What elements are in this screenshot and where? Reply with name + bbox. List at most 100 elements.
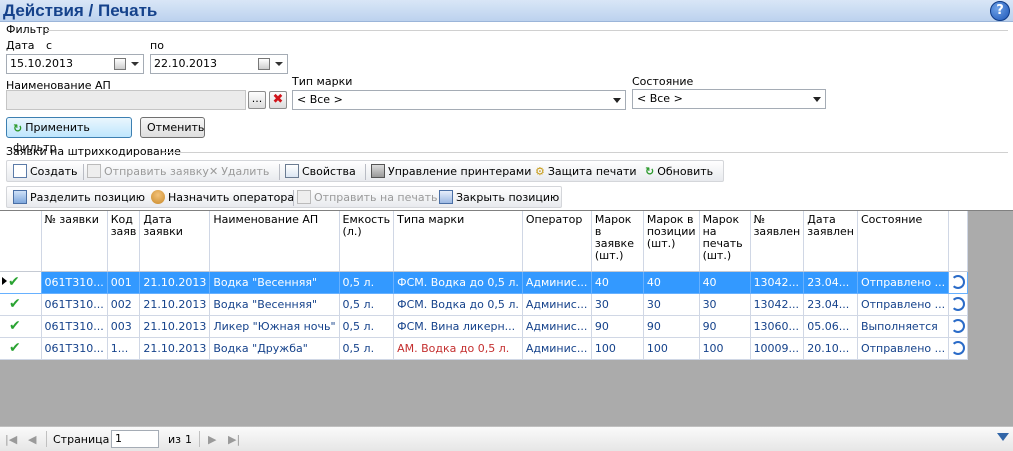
cell: 13042... xyxy=(750,271,805,294)
chevron-down-icon[interactable] xyxy=(613,98,621,103)
row-action[interactable] xyxy=(948,271,969,294)
date-to-picker[interactable]: 22.10.2013 xyxy=(150,54,288,74)
column-header[interactable]: Наименование АП xyxy=(209,211,340,272)
mark-type-select[interactable]: < Все > xyxy=(292,90,626,110)
close-position-button[interactable]: Закрыть позицию xyxy=(439,189,559,207)
column-header[interactable]: Дата заявки xyxy=(139,211,211,272)
printers-button[interactable]: Управление принтерами xyxy=(371,163,531,181)
chevron-down-icon[interactable] xyxy=(131,62,139,66)
pager-separator xyxy=(199,431,200,447)
ap-input[interactable] xyxy=(6,90,246,110)
column-header[interactable]: Дата заявлен xyxy=(803,211,858,272)
printer-icon xyxy=(297,190,311,204)
help-icon[interactable]: ? xyxy=(990,1,1010,21)
date-to-value: 22.10.2013 xyxy=(154,57,217,70)
prev-page-icon[interactable]: ◀ xyxy=(28,433,36,446)
column-header[interactable]: Типа марки xyxy=(393,211,523,272)
cell: 23.04... xyxy=(803,293,858,316)
cell: 40 xyxy=(591,271,644,294)
cell: Админис... xyxy=(522,337,592,360)
cell: Отправлено ... xyxy=(857,337,950,360)
assign-operator-button[interactable]: Назначить оператора xyxy=(151,189,294,207)
cell: 21.10.2013 xyxy=(139,271,211,294)
check-icon: ✔ xyxy=(9,339,21,356)
cell: 061T310... xyxy=(41,315,108,338)
cell: Водка "Весенняя" xyxy=(209,293,340,316)
create-button[interactable]: Создать xyxy=(13,163,78,181)
cell: Админис... xyxy=(522,271,592,294)
send-request-button[interactable]: Отправить заявку xyxy=(87,163,209,181)
cell: 30 xyxy=(699,293,751,316)
properties-icon xyxy=(285,164,299,178)
clear-icon[interactable]: ✖ xyxy=(269,91,287,109)
cell: 21.10.2013 xyxy=(139,293,211,316)
state-select[interactable]: < Все > xyxy=(632,89,826,109)
refresh-icon[interactable] xyxy=(951,318,966,333)
refresh-icon[interactable] xyxy=(951,296,966,311)
cell: Выполняется xyxy=(857,315,950,338)
cell: 0,5 л. xyxy=(339,271,395,294)
refresh-icon[interactable] xyxy=(951,340,966,355)
filter-funnel-icon[interactable] xyxy=(997,433,1009,441)
split-position-label: Разделить позицию xyxy=(30,191,145,204)
refresh-icon[interactable] xyxy=(951,274,966,289)
column-header[interactable]: Состояние xyxy=(857,211,950,272)
column-header[interactable]: Марок в заявке (шт.) xyxy=(591,211,644,272)
send-to-print-button[interactable]: Отправить на печать xyxy=(297,189,438,207)
requests-divider xyxy=(163,152,1008,153)
chevron-down-icon[interactable] xyxy=(813,97,821,102)
filter-group-label: Фильтр xyxy=(6,23,50,36)
gear-icon: ⚙ xyxy=(535,165,545,178)
toolbar-separator xyxy=(293,190,294,206)
pager: |◀ ◀ Страница 1 из 1 ▶ ▶| xyxy=(0,426,1013,451)
table-row[interactable]: ✔ 061T310... 003 21.10.2013 Ликер "Южная… xyxy=(0,315,969,338)
cell: ФСМ. Водка до 0,5 л. xyxy=(393,293,523,316)
next-page-icon[interactable]: ▶ xyxy=(208,433,216,446)
split-icon xyxy=(13,190,27,204)
title-bar: Действия / Печать ? xyxy=(0,0,1013,22)
table-row[interactable]: ✔ 061T310... 001 21.10.2013 Водка "Весен… xyxy=(0,271,969,294)
column-header[interactable]: Код заяв xyxy=(107,211,141,272)
cell: 100 xyxy=(591,337,644,360)
requests-group-label: Заявки на штрихкодирование xyxy=(6,145,181,158)
calendar-icon[interactable] xyxy=(258,58,270,70)
date-from-picker[interactable]: 15.10.2013 xyxy=(6,54,144,74)
split-position-button[interactable]: Разделить позицию xyxy=(13,189,145,207)
properties-button[interactable]: Свойства xyxy=(285,163,356,181)
cell: 0,5 л. xyxy=(339,293,395,316)
row-action[interactable] xyxy=(948,337,969,360)
cancel-filter-button[interactable]: Отменить xyxy=(140,117,205,138)
print-protect-button[interactable]: ⚙ Защита печати xyxy=(535,163,637,181)
column-header[interactable]: Оператор xyxy=(522,211,592,272)
mark-type-label: Тип марки xyxy=(292,75,353,88)
browse-button[interactable]: ... xyxy=(248,91,266,109)
cell: ФСМ. Водка до 0,5 л. xyxy=(393,271,523,294)
delete-button[interactable]: ✕ Удалить xyxy=(209,163,269,181)
apply-filter-button[interactable]: ↻ Применить фильтр xyxy=(6,117,132,154)
row-action[interactable] xyxy=(948,315,969,338)
last-page-icon[interactable]: ▶| xyxy=(228,433,240,446)
cell: 05.06... xyxy=(803,315,858,338)
printer-icon xyxy=(371,164,385,178)
column-header[interactable]: Емкость (л.) xyxy=(339,211,395,272)
table-row[interactable]: ✔ 061T310... 1... 21.10.2013 Водка "Друж… xyxy=(0,337,969,360)
total-pages: 1 xyxy=(185,433,192,446)
toolbar-position: Разделить позицию Назначить оператора От… xyxy=(6,186,562,208)
cell: 40 xyxy=(699,271,751,294)
calendar-icon[interactable] xyxy=(114,58,126,70)
row-marker: ✔ xyxy=(0,293,42,316)
refresh-green-icon: ↻ xyxy=(13,121,23,135)
column-header[interactable]: № заявлен xyxy=(750,211,805,272)
cell: 13042... xyxy=(750,293,805,316)
column-header[interactable]: № заявки xyxy=(41,211,108,272)
column-header[interactable]: Марок на печать (шт.) xyxy=(699,211,751,272)
refresh-button[interactable]: ↻ Обновить xyxy=(645,163,713,181)
row-action[interactable] xyxy=(948,293,969,316)
pager-separator xyxy=(46,431,47,447)
chevron-down-icon[interactable] xyxy=(275,62,283,66)
delete-icon: ✕ xyxy=(209,165,219,178)
column-header[interactable]: Марок в позиции (шт.) xyxy=(643,211,700,272)
table-row[interactable]: ✔ 061T310... 002 21.10.2013 Водка "Весен… xyxy=(0,293,969,316)
first-page-icon[interactable]: |◀ xyxy=(5,433,17,446)
page-input[interactable]: 1 xyxy=(111,430,159,448)
